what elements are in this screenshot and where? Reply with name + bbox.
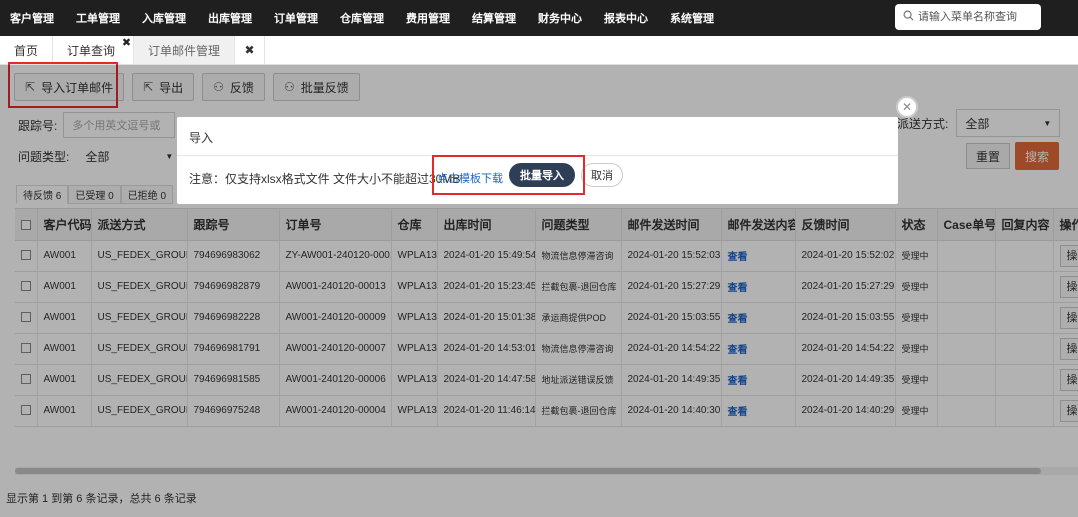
close-icon[interactable]: ✖ — [122, 38, 131, 49]
nav-menu-item[interactable]: 财务中心 — [538, 10, 582, 26]
close-icon: ✕ — [901, 100, 913, 114]
menu-search[interactable] — [895, 4, 1041, 30]
button-label: 取消 — [591, 170, 613, 182]
import-note: 注意：仅支持xlsx格式文件 文件大小不能超过30MB — [189, 172, 461, 186]
tab-home[interactable]: 首页 — [0, 36, 54, 64]
main-menu: 客户管理 工单管理 入库管理 出库管理 订单管理 仓库管理 费用管理 结算管理 财务中心 报表中心… — [0, 0, 736, 36]
nav-menu-item[interactable]: 系统管理 — [670, 10, 714, 26]
close-icon: ✖ — [244, 43, 255, 57]
nav-menu-item[interactable]: 工单管理 — [76, 10, 120, 26]
nav-menu-item[interactable]: 费用管理 — [406, 10, 450, 26]
close-tab-button[interactable]: ✖ — [235, 36, 266, 64]
nav-menu-item[interactable]: 客户管理 — [10, 10, 54, 26]
nav-menu-item[interactable]: 订单管理 — [274, 10, 318, 26]
import-actions-highlight — [432, 155, 585, 195]
tab-bar: 首页 订单查询 ✖ 订单邮件管理 ✖ — [0, 36, 1078, 65]
nav-menu-item[interactable]: 仓库管理 — [340, 10, 384, 26]
tab-order-query[interactable]: 订单查询 ✖ — [53, 36, 135, 64]
nav-menu-item[interactable]: 结算管理 — [472, 10, 516, 26]
import-dialog: 导入 注意：仅支持xlsx格式文件 文件大小不能超过30MB 点击模板下载 批量… — [177, 117, 898, 204]
top-nav: 客户管理 工单管理 入库管理 出库管理 订单管理 仓库管理 费用管理 结算管理 财务中心 报表中心… — [0, 0, 1078, 36]
cancel-button[interactable]: 取消 — [581, 163, 623, 187]
tab-order-mail-management[interactable]: 订单邮件管理 — [134, 36, 236, 64]
tab-label: 订单邮件管理 — [148, 43, 221, 58]
tab-label: 订单查询 — [67, 43, 116, 58]
tab-label: 首页 — [14, 43, 39, 58]
nav-menu-item[interactable]: 出库管理 — [208, 10, 252, 26]
close-dialog-button[interactable]: ✕ — [896, 96, 918, 118]
search-icon — [903, 10, 914, 24]
nav-menu-item[interactable]: 入库管理 — [142, 10, 186, 26]
menu-search-input[interactable] — [918, 11, 1036, 23]
dialog-title: 导入 — [189, 131, 214, 145]
nav-menu-item[interactable]: 报表中心 — [604, 10, 648, 26]
